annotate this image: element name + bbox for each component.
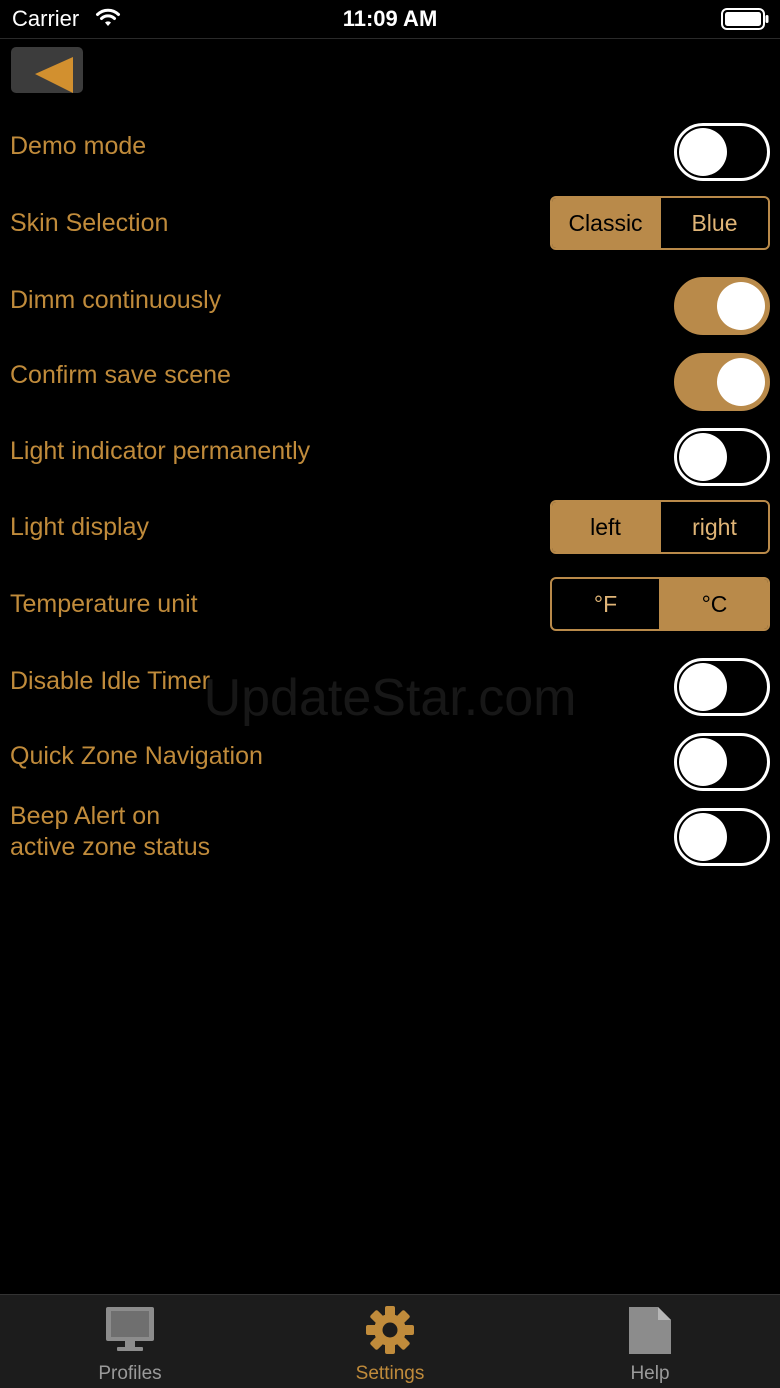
back-arrow-icon <box>35 57 73 93</box>
demo-mode-toggle[interactable] <box>674 123 770 181</box>
battery-icon <box>721 8 769 30</box>
dimm-continuously-toggle[interactable] <box>674 277 770 335</box>
setting-label: Dimm continuously <box>10 286 222 314</box>
status-bar: Carrier 11:09 AM <box>0 0 780 39</box>
segment-classic[interactable]: Classic <box>552 198 659 248</box>
temperature-unit-control: °F °C <box>550 577 770 631</box>
setting-label: Skin Selection <box>10 209 169 237</box>
toggle-knob <box>679 813 727 861</box>
setting-label: Quick Zone Navigation <box>10 742 263 770</box>
disable-idle-timer-toggle[interactable] <box>674 658 770 716</box>
segment-left[interactable]: left <box>552 502 659 552</box>
setting-temperature-unit: Temperature unit °F °C <box>0 577 780 633</box>
setting-skin-selection: Skin Selection Classic Blue <box>0 196 780 252</box>
setting-beep-alert: Beep Alert on active zone status <box>0 801 780 869</box>
tab-bar: Profiles Settings Help <box>0 1294 780 1388</box>
confirm-save-scene-toggle[interactable] <box>674 353 770 411</box>
setting-light-display: Light display left right <box>0 500 780 556</box>
toggle-knob <box>717 358 765 406</box>
setting-quick-zone-navigation: Quick Zone Navigation <box>0 733 780 793</box>
segment-fahrenheit[interactable]: °F <box>552 579 659 629</box>
setting-confirm-save-scene: Confirm save scene <box>0 353 780 413</box>
beep-alert-toggle[interactable] <box>674 808 770 866</box>
setting-label: Demo mode <box>10 132 147 160</box>
toggle-knob <box>679 128 727 176</box>
setting-label: Light indicator permanently <box>10 437 311 465</box>
back-button[interactable] <box>11 47 83 93</box>
segment-right[interactable]: right <box>659 502 768 552</box>
segment-blue[interactable]: Blue <box>659 198 768 248</box>
setting-label: Confirm save scene <box>10 361 231 389</box>
tab-settings[interactable]: Settings <box>310 1295 470 1388</box>
skin-selection-control: Classic Blue <box>550 196 770 250</box>
toggle-knob <box>679 663 727 711</box>
monitor-icon <box>106 1307 154 1351</box>
tab-label: Help <box>630 1363 670 1384</box>
setting-disable-idle-timer: Disable Idle Timer <box>0 658 780 718</box>
toggle-knob <box>679 433 727 481</box>
tab-label: Settings <box>355 1363 425 1384</box>
document-icon <box>629 1307 671 1354</box>
quick-zone-navigation-toggle[interactable] <box>674 733 770 791</box>
status-time: 11:09 AM <box>342 6 438 31</box>
tab-profiles[interactable]: Profiles <box>50 1295 210 1388</box>
tab-label: Profiles <box>98 1363 162 1384</box>
setting-label: Temperature unit <box>10 590 198 618</box>
setting-label: Light display <box>10 513 149 541</box>
light-display-control: left right <box>550 500 770 554</box>
setting-label-line-2: active zone status <box>10 833 211 861</box>
setting-light-indicator: Light indicator permanently <box>0 428 780 488</box>
gear-icon <box>366 1306 414 1354</box>
toggle-knob <box>679 738 727 786</box>
setting-label-line-1: Beep Alert on <box>10 802 161 830</box>
setting-demo-mode: Demo mode <box>0 122 780 182</box>
setting-dimm-continuously: Dimm continuously <box>0 277 780 337</box>
toggle-knob <box>717 282 765 330</box>
light-indicator-toggle[interactable] <box>674 428 770 486</box>
segment-celsius[interactable]: °C <box>659 579 768 629</box>
setting-label: Disable Idle Timer <box>10 667 211 695</box>
tab-help[interactable]: Help <box>570 1295 730 1388</box>
